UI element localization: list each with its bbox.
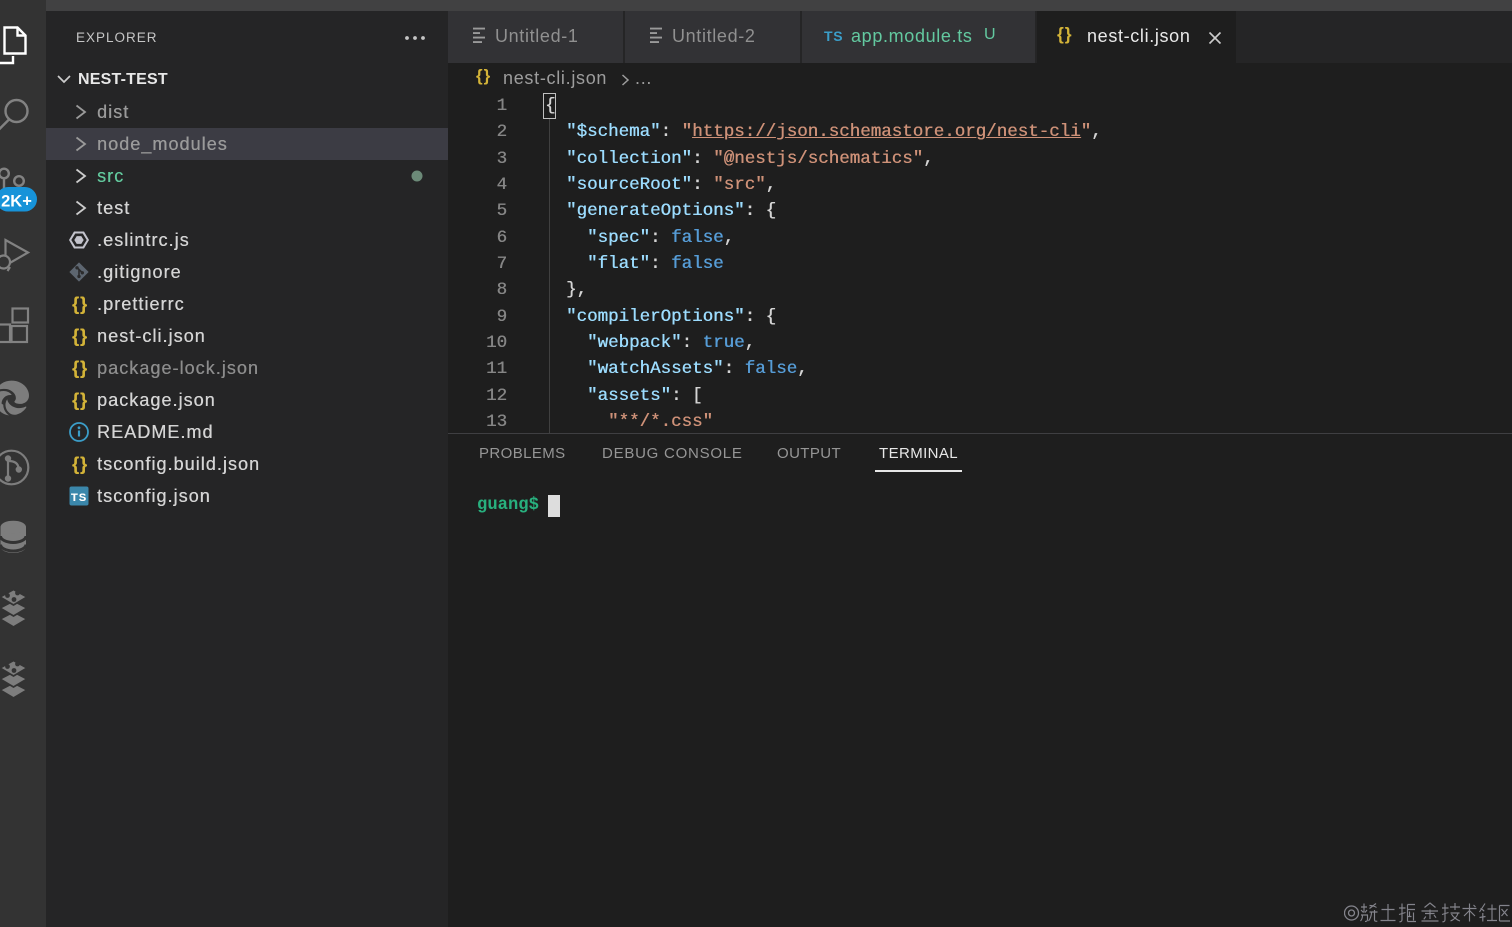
svg-text:TS: TS: [71, 492, 87, 504]
svg-text:2K+: 2K+: [1, 193, 32, 211]
